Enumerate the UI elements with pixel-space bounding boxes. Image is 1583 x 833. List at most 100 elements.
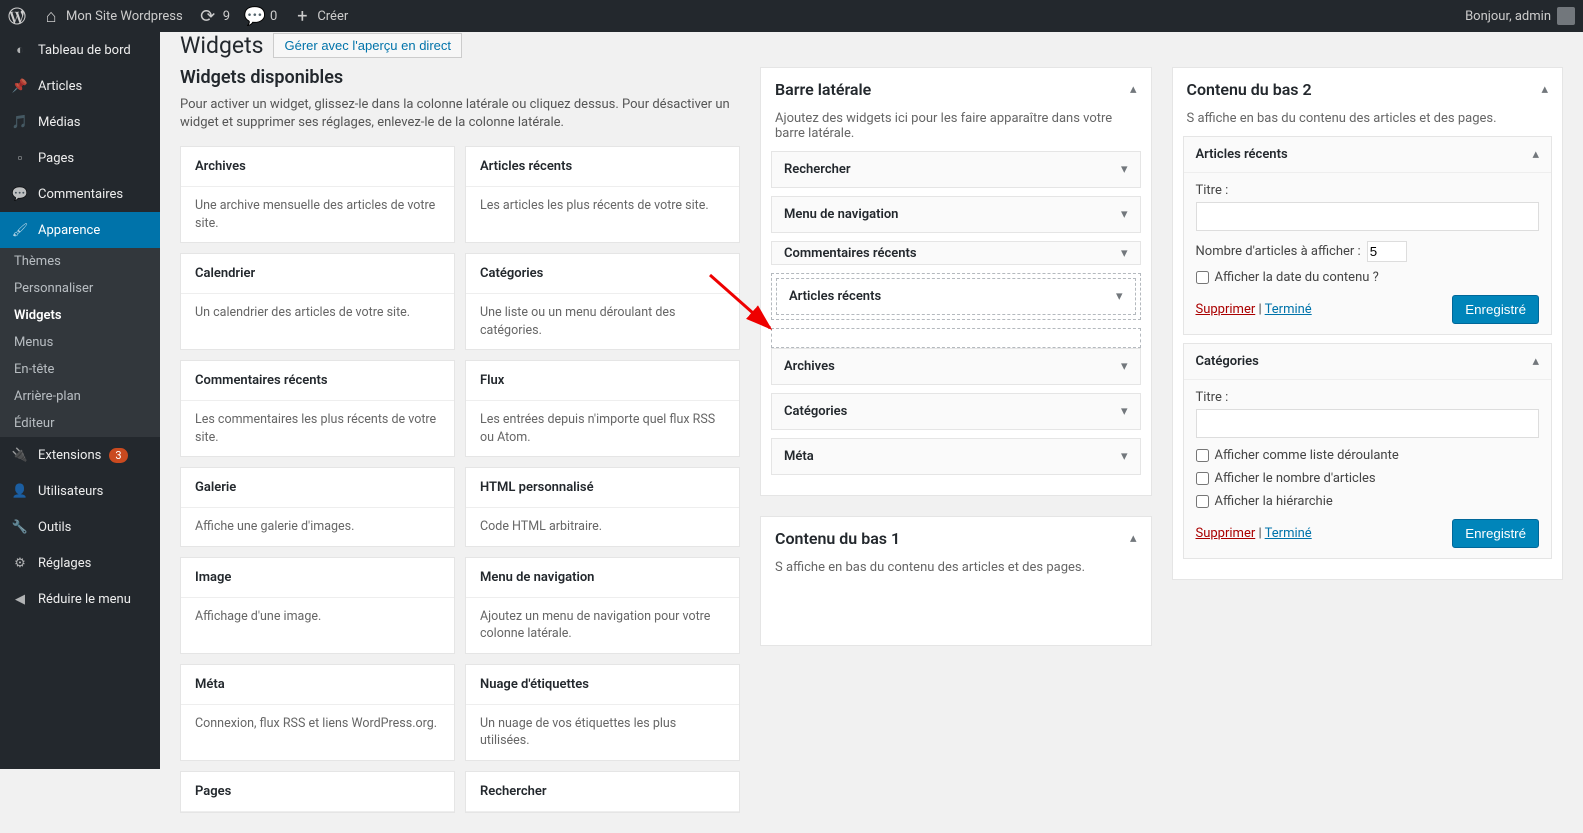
available-widget[interactable]: Pages bbox=[180, 771, 455, 813]
chevron-up-icon: ▴ bbox=[1130, 531, 1137, 546]
bottom1-widget-area: Contenu du bas 1 ▴ S affiche en bas du c… bbox=[760, 516, 1152, 646]
available-widget-title: Commentaires récents bbox=[181, 361, 454, 401]
available-widget[interactable]: MétaConnexion, flux RSS et liens WordPre… bbox=[180, 664, 455, 761]
chevron-up-icon: ▴ bbox=[1541, 82, 1548, 97]
submenu-widgets[interactable]: Widgets bbox=[0, 302, 160, 329]
media-icon: 🎵 bbox=[10, 112, 30, 132]
submenu-editor[interactable]: Éditeur bbox=[0, 410, 160, 437]
placed-widget: Archives▾ bbox=[771, 348, 1141, 385]
available-widget-desc: Code HTML arbitraire. bbox=[466, 508, 739, 546]
bottom2-area-desc: S affiche en bas du contenu des articles… bbox=[1173, 111, 1563, 136]
categories-count-checkbox[interactable] bbox=[1196, 472, 1209, 485]
placed-widget-categories: Catégories ▴ Titre : Afficher comme list… bbox=[1183, 343, 1553, 559]
categories-dropdown-checkbox[interactable] bbox=[1196, 449, 1209, 462]
placed-widget-header[interactable]: Archives▾ bbox=[772, 349, 1140, 384]
chevron-down-icon: ▾ bbox=[1116, 289, 1123, 304]
recent-posts-save-button[interactable]: Enregistré bbox=[1452, 295, 1539, 324]
wp-logo[interactable] bbox=[8, 7, 26, 25]
placed-widget-header[interactable]: Rechercher▾ bbox=[772, 152, 1140, 187]
recent-posts-done-link[interactable]: Terminé bbox=[1265, 302, 1312, 317]
recent-posts-title-input[interactable] bbox=[1196, 202, 1540, 231]
drop-zone-spacer bbox=[771, 328, 1141, 348]
bottom2-area-header[interactable]: Contenu du bas 2 ▴ bbox=[1173, 68, 1563, 111]
available-widget[interactable]: Articles récentsLes articles les plus ré… bbox=[465, 146, 740, 243]
submenu-header[interactable]: En-tête bbox=[0, 356, 160, 383]
available-widget[interactable]: Commentaires récentsLes commentaires les… bbox=[180, 360, 455, 457]
available-widget-title: Nuage d'étiquettes bbox=[466, 665, 739, 705]
available-widget-title: Galerie bbox=[181, 468, 454, 508]
chevron-down-icon: ▾ bbox=[1121, 449, 1128, 464]
manage-live-button[interactable]: Gérer avec l'aperçu en direct bbox=[273, 33, 462, 58]
available-widget[interactable]: CalendrierUn calendrier des articles de … bbox=[180, 253, 455, 350]
submenu-background[interactable]: Arrière-plan bbox=[0, 383, 160, 410]
available-widget-title: Articles récents bbox=[466, 147, 739, 187]
menu-collapse[interactable]: ◀Réduire le menu bbox=[0, 581, 160, 617]
categories-hierarchy-checkbox[interactable] bbox=[1196, 495, 1209, 508]
available-widget[interactable]: HTML personnaliséCode HTML arbitraire. bbox=[465, 467, 740, 547]
available-widget[interactable]: GalerieAffiche une galerie d'images. bbox=[180, 467, 455, 547]
placed-widget-header[interactable]: Méta▾ bbox=[772, 439, 1140, 474]
recent-posts-delete-link[interactable]: Supprimer bbox=[1196, 302, 1256, 317]
drop-zone[interactable]: Articles récents▾ bbox=[771, 273, 1141, 320]
menu-media[interactable]: 🎵Médias bbox=[0, 104, 160, 140]
comments-link[interactable]: 💬0 bbox=[246, 7, 277, 25]
menu-plugins[interactable]: 🔌Extensions 3 bbox=[0, 437, 160, 473]
categories-done-link[interactable]: Terminé bbox=[1265, 526, 1312, 541]
menu-comments[interactable]: 💬Commentaires bbox=[0, 176, 160, 212]
comments-count: 0 bbox=[270, 9, 277, 24]
menu-tools[interactable]: 🔧Outils bbox=[0, 509, 160, 545]
available-widget[interactable]: ArchivesUne archive mensuelle des articl… bbox=[180, 146, 455, 243]
menu-settings[interactable]: ⚙Réglages bbox=[0, 545, 160, 581]
categories-header[interactable]: Catégories ▴ bbox=[1184, 344, 1552, 379]
recent-posts-count-input[interactable] bbox=[1367, 241, 1407, 262]
plugins-badge: 3 bbox=[109, 448, 127, 463]
menu-appearance[interactable]: 🖌Apparence bbox=[0, 212, 160, 248]
updates-link[interactable]: ⟳9 bbox=[199, 7, 230, 25]
admin-toolbar: ⌂Mon Site Wordpress ⟳9 💬0 + Créer Bonjour… bbox=[0, 0, 1583, 32]
appearance-submenu: Thèmes Personnaliser Widgets Menus En-tê… bbox=[0, 248, 160, 437]
bottom1-area-header[interactable]: Contenu du bas 1 ▴ bbox=[761, 517, 1151, 560]
chevron-down-icon: ▾ bbox=[1121, 404, 1128, 419]
submenu-themes[interactable]: Thèmes bbox=[0, 248, 160, 275]
placed-widget-header[interactable]: Menu de navigation▾ bbox=[772, 197, 1140, 232]
placed-widget-header[interactable]: Commentaires récents▾ bbox=[772, 242, 1140, 265]
placed-widget: Menu de navigation▾ bbox=[771, 196, 1141, 233]
available-widget-title: Pages bbox=[181, 772, 454, 812]
available-widget[interactable]: CatégoriesUne liste ou un menu déroulant… bbox=[465, 253, 740, 350]
create-link[interactable]: + Créer bbox=[293, 7, 348, 25]
main-content: Widgets Gérer avec l'aperçu en direct Wi… bbox=[160, 32, 1583, 833]
submenu-menus[interactable]: Menus bbox=[0, 329, 160, 356]
collapse-icon: ◀ bbox=[10, 589, 30, 609]
available-widget-title: Rechercher bbox=[466, 772, 739, 812]
sliders-icon: ⚙ bbox=[10, 553, 30, 573]
sidebar-area-header[interactable]: Barre latérale ▴ bbox=[761, 68, 1151, 111]
pages-icon: ▫ bbox=[10, 148, 30, 168]
available-widget[interactable]: ImageAffichage d'une image. bbox=[180, 557, 455, 654]
menu-users[interactable]: 👤Utilisateurs bbox=[0, 473, 160, 509]
recent-posts-showdate-checkbox[interactable] bbox=[1196, 271, 1209, 284]
plugin-icon: 🔌 bbox=[10, 445, 30, 465]
plus-icon: + bbox=[293, 7, 311, 25]
recent-posts-header[interactable]: Articles récents ▴ bbox=[1184, 137, 1552, 172]
available-widget[interactable]: Menu de navigationAjoutez un menu de nav… bbox=[465, 557, 740, 654]
menu-dashboard[interactable]: ◐Tableau de bord bbox=[0, 32, 160, 68]
menu-pages[interactable]: ▫Pages bbox=[0, 140, 160, 176]
placed-widget: Commentaires récents▾ bbox=[771, 241, 1141, 265]
placed-widget-header[interactable]: Catégories▾ bbox=[772, 394, 1140, 429]
available-widget[interactable]: FluxLes entrées depuis n'importe quel fl… bbox=[465, 360, 740, 457]
create-label: Créer bbox=[317, 9, 348, 24]
categories-title-input[interactable] bbox=[1196, 409, 1540, 438]
user-greeting[interactable]: Bonjour, admin bbox=[1465, 7, 1575, 25]
categories-save-button[interactable]: Enregistré bbox=[1452, 519, 1539, 548]
available-widget-title: Menu de navigation bbox=[466, 558, 739, 598]
sidebar-area-title: Barre latérale bbox=[775, 80, 1130, 99]
available-widget[interactable]: Rechercher bbox=[465, 771, 740, 813]
available-widget[interactable]: Nuage d'étiquettesUn nuage de vos étique… bbox=[465, 664, 740, 761]
menu-posts[interactable]: 📌Articles bbox=[0, 68, 160, 104]
categories-delete-link[interactable]: Supprimer bbox=[1196, 526, 1256, 541]
dragging-widget[interactable]: Articles récents▾ bbox=[776, 278, 1136, 315]
page-header: Widgets Gérer avec l'aperçu en direct bbox=[180, 32, 1563, 67]
submenu-customize[interactable]: Personnaliser bbox=[0, 275, 160, 302]
site-link[interactable]: ⌂Mon Site Wordpress bbox=[42, 7, 183, 25]
placed-widget: Méta▾ bbox=[771, 438, 1141, 475]
